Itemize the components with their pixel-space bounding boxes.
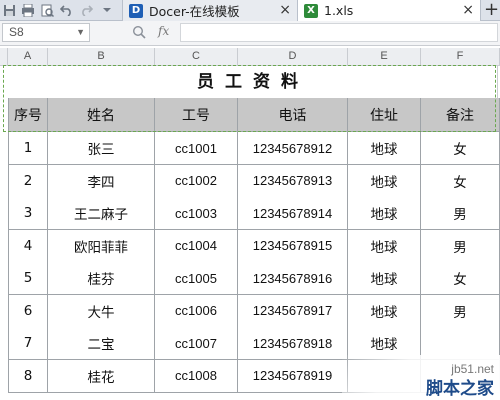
cell-seq[interactable]: 1 [8, 132, 48, 165]
cell-name[interactable]: 张三 [48, 132, 155, 165]
column-header-e[interactable]: E [348, 48, 421, 66]
cell-phone[interactable]: 12345678917 [238, 294, 348, 328]
cell-name[interactable]: 王二麻子 [48, 197, 155, 230]
print-icon[interactable] [19, 0, 37, 20]
header-cell-phone[interactable]: 电话 [238, 98, 348, 132]
print-preview-icon[interactable] [38, 0, 56, 20]
cell-name[interactable]: 桂花 [48, 359, 155, 393]
cell-phone[interactable]: 12345678914 [238, 197, 348, 230]
cell-id[interactable]: cc1002 [155, 164, 238, 198]
column-header-f[interactable]: F [421, 48, 500, 66]
cell-note[interactable]: 女 [421, 132, 500, 165]
cell-address[interactable]: 地球 [348, 132, 421, 165]
close-tab-icon[interactable]: × [462, 2, 474, 18]
zoom-icon[interactable] [132, 25, 148, 42]
cell-phone[interactable]: 12345678919 [238, 359, 348, 393]
tab-file-1xls[interactable]: X 1.xls × [298, 0, 481, 21]
cell-id[interactable]: cc1006 [155, 294, 238, 328]
tab-docer-label: Docer-在线模板 [149, 4, 240, 19]
name-box[interactable]: S8 ▼ [2, 23, 90, 42]
cell-seq[interactable]: 4 [8, 229, 48, 263]
cell-id[interactable]: cc1008 [155, 359, 238, 393]
cell-note[interactable]: 男 [421, 197, 500, 230]
sheet-title: 员工资料 [197, 72, 309, 92]
tab-file-label: 1.xls [324, 3, 354, 18]
spreadsheet-icon: X [304, 3, 318, 18]
name-box-dropdown-icon[interactable]: ▼ [76, 24, 85, 41]
tab-bar: D Docer-在线模板 × X 1.xls × + [0, 0, 500, 21]
cell-address[interactable]: 地球 [348, 262, 421, 295]
quick-access-dropdown-icon[interactable] [98, 0, 116, 20]
cell-name[interactable]: 大牛 [48, 294, 155, 328]
cell-phone[interactable]: 12345678918 [238, 327, 348, 360]
cell-seq[interactable]: 7 [8, 327, 48, 360]
cell-address[interactable]: 地球 [348, 164, 421, 198]
new-tab-icon[interactable]: + [484, 0, 499, 20]
header-cell-address[interactable]: 住址 [348, 98, 421, 132]
select-all-corner[interactable] [0, 48, 8, 66]
cell-name[interactable]: 李四 [48, 164, 155, 198]
tab-docer-templates[interactable]: D Docer-在线模板 × [122, 0, 298, 21]
cell-id[interactable]: cc1004 [155, 229, 238, 263]
cell-id[interactable]: cc1001 [155, 132, 238, 165]
header-cell-note[interactable]: 备注 [421, 98, 500, 132]
cell-note[interactable]: 女 [421, 164, 500, 198]
name-box-value: S8 [9, 25, 24, 39]
cell-name[interactable]: 欧阳菲菲 [48, 229, 155, 263]
cell-seq[interactable]: 2 [8, 164, 48, 198]
column-header-d[interactable]: D [238, 48, 348, 66]
cell-phone[interactable]: 12345678912 [238, 132, 348, 165]
cell-id[interactable]: cc1007 [155, 327, 238, 360]
cell-address[interactable]: 地球 [348, 294, 421, 328]
cell-seq[interactable]: 3 [8, 197, 48, 230]
header-cell-id[interactable]: 工号 [155, 98, 238, 132]
cell-seq[interactable]: 8 [8, 359, 48, 393]
docer-icon: D [129, 3, 143, 18]
cell-note[interactable]: 男 [421, 229, 500, 263]
watermark-logo: 脚本之家 [426, 379, 494, 399]
cell-address[interactable]: 地球 [348, 197, 421, 230]
undo-icon[interactable] [57, 0, 75, 20]
cell-note[interactable]: 男 [421, 294, 500, 328]
column-header-a[interactable]: A [8, 48, 48, 66]
formula-input[interactable] [180, 23, 498, 42]
save-icon[interactable] [0, 0, 18, 20]
cell-note[interactable]: 女 [421, 262, 500, 295]
cell-seq[interactable]: 5 [8, 262, 48, 295]
insert-function-icon[interactable]: fx [158, 24, 169, 38]
column-header-b[interactable]: B [48, 48, 155, 66]
cell-phone[interactable]: 12345678913 [238, 164, 348, 198]
cell-id[interactable]: cc1005 [155, 262, 238, 295]
cell-phone[interactable]: 12345678915 [238, 229, 348, 263]
cell-name[interactable]: 二宝 [48, 327, 155, 360]
cell-phone[interactable]: 12345678916 [238, 262, 348, 295]
header-cell-name[interactable]: 姓名 [48, 98, 155, 132]
redo-icon[interactable] [77, 0, 95, 20]
column-header-c[interactable]: C [155, 48, 238, 66]
cell-address[interactable]: 地球 [348, 229, 421, 263]
cell-seq[interactable]: 6 [8, 294, 48, 328]
cell-name[interactable]: 桂芬 [48, 262, 155, 295]
cell-id[interactable]: cc1003 [155, 197, 238, 230]
close-tab-icon[interactable]: × [279, 2, 291, 18]
header-cell-seq[interactable]: 序号 [8, 98, 48, 132]
formula-bar: S8 ▼ fx [0, 21, 500, 46]
